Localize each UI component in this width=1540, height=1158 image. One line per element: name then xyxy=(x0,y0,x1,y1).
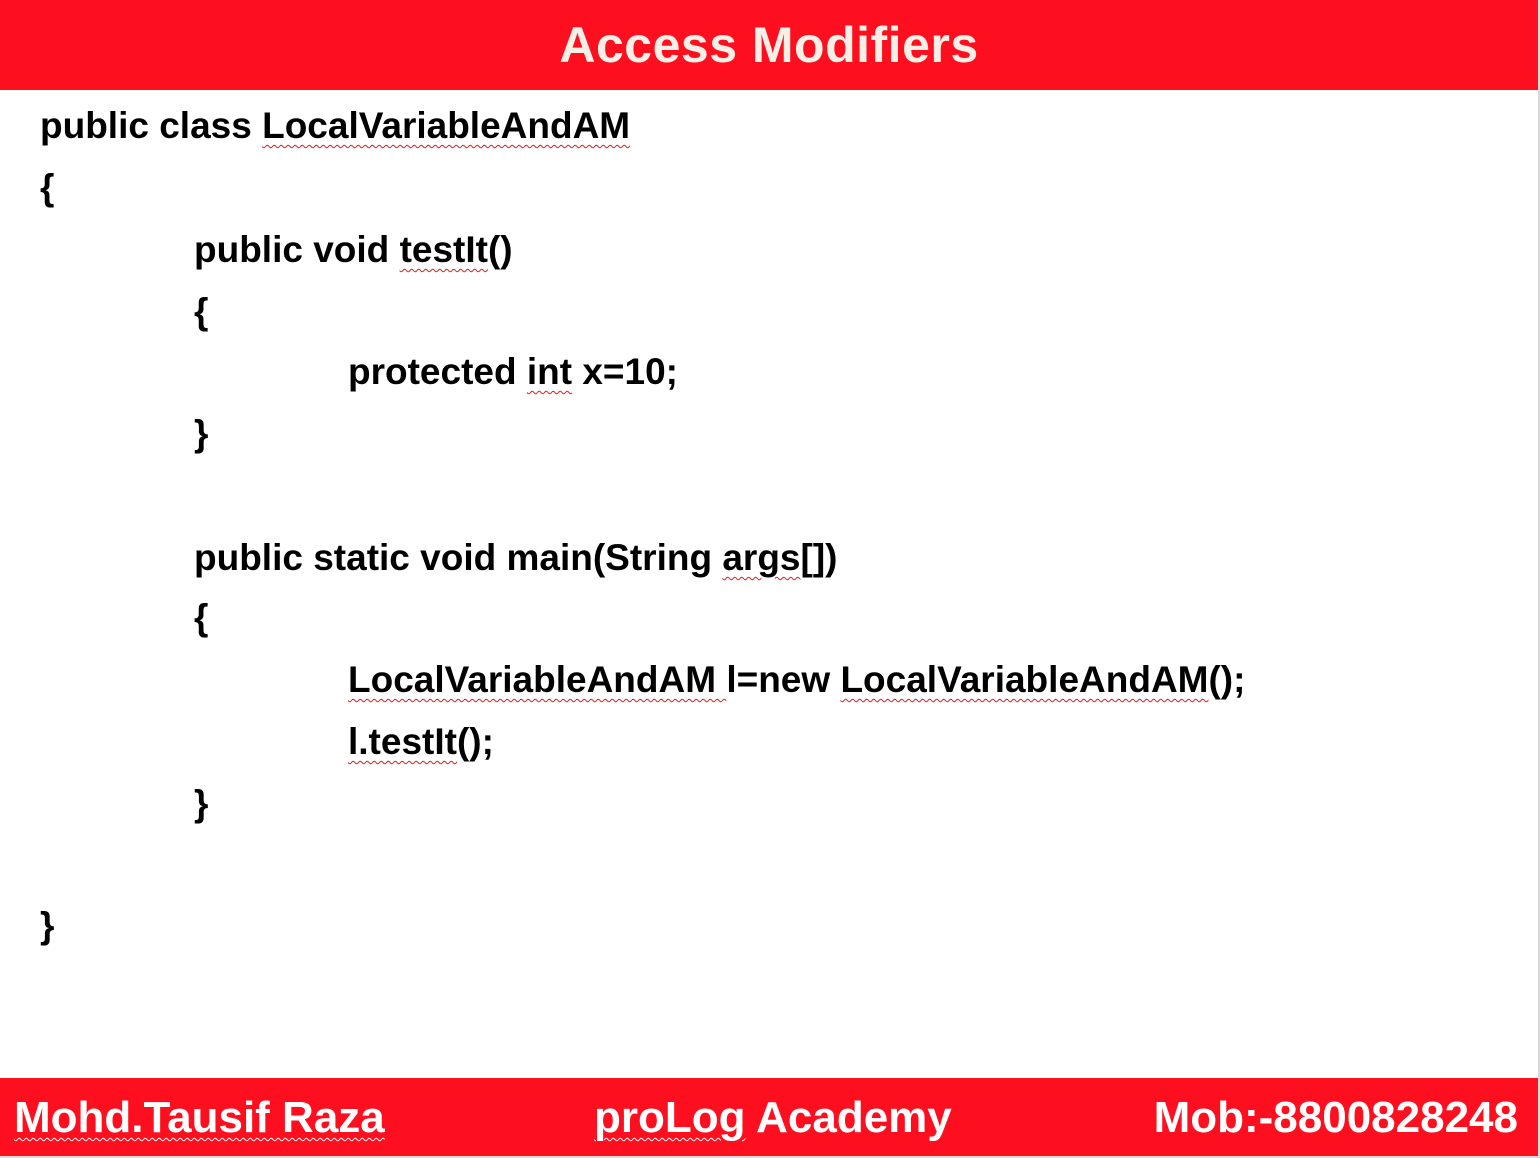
code-line-class-close-brace: } xyxy=(40,905,55,946)
code-line-testit-open-brace: { xyxy=(194,291,209,332)
method-name-text: testIt xyxy=(399,229,488,270)
code-line-class-declaration: public class LocalVariableAndAM xyxy=(40,104,630,148)
footer-banner: Mohd.Tausif Raza proLog Academy Mob:-880… xyxy=(0,1078,1538,1156)
title-banner: Access Modifiers xyxy=(0,0,1538,90)
keyword-text: public void xyxy=(194,229,400,270)
code-line-object-creation: LocalVariableAndAM l=new LocalVariableAn… xyxy=(348,658,1245,702)
punctuation-text: (); xyxy=(456,721,494,762)
assignment-text: l=new xyxy=(726,659,841,700)
code-line-main-close-brace: } xyxy=(194,783,209,824)
code-line-protected-variable: protected int x=10; xyxy=(348,350,678,394)
mobile-number: Mob:-8800828248 xyxy=(1153,1093,1518,1142)
code-line-main-open-brace: { xyxy=(194,597,209,638)
academy-name: proLog Academy xyxy=(594,1092,952,1144)
academy-brand-text: proLog xyxy=(594,1093,746,1142)
keyword-text: protected xyxy=(348,351,527,392)
assignment-text: x=10; xyxy=(572,351,679,392)
code-line-main-declaration: public static void main(String args[]) xyxy=(194,536,837,580)
keyword-text: public class xyxy=(40,105,263,146)
punctuation-text: (); xyxy=(1208,659,1246,700)
args-text: args xyxy=(722,537,801,578)
academy-suffix-text: Academy xyxy=(745,1093,952,1142)
slide-title: Access Modifiers xyxy=(559,17,979,73)
code-line-method-call: l.testIt(); xyxy=(348,720,494,764)
code-line-testit-declaration: public void testIt() xyxy=(194,228,513,272)
code-line-class-open-brace: { xyxy=(40,167,55,208)
class-name-text: LocalVariableAndAM xyxy=(348,659,727,700)
punctuation-text: []) xyxy=(800,537,838,578)
keyword-text: public static void main(String xyxy=(194,537,723,578)
class-name-text: LocalVariableAndAM xyxy=(262,105,631,146)
method-call-text: l.testIt xyxy=(348,721,457,762)
class-name-text: LocalVariableAndAM xyxy=(840,659,1209,700)
punctuation-text: () xyxy=(487,229,513,270)
type-text: int xyxy=(526,351,573,392)
author-name: Mohd.Tausif Raza xyxy=(14,1093,385,1142)
code-line-testit-close-brace: } xyxy=(194,413,209,454)
